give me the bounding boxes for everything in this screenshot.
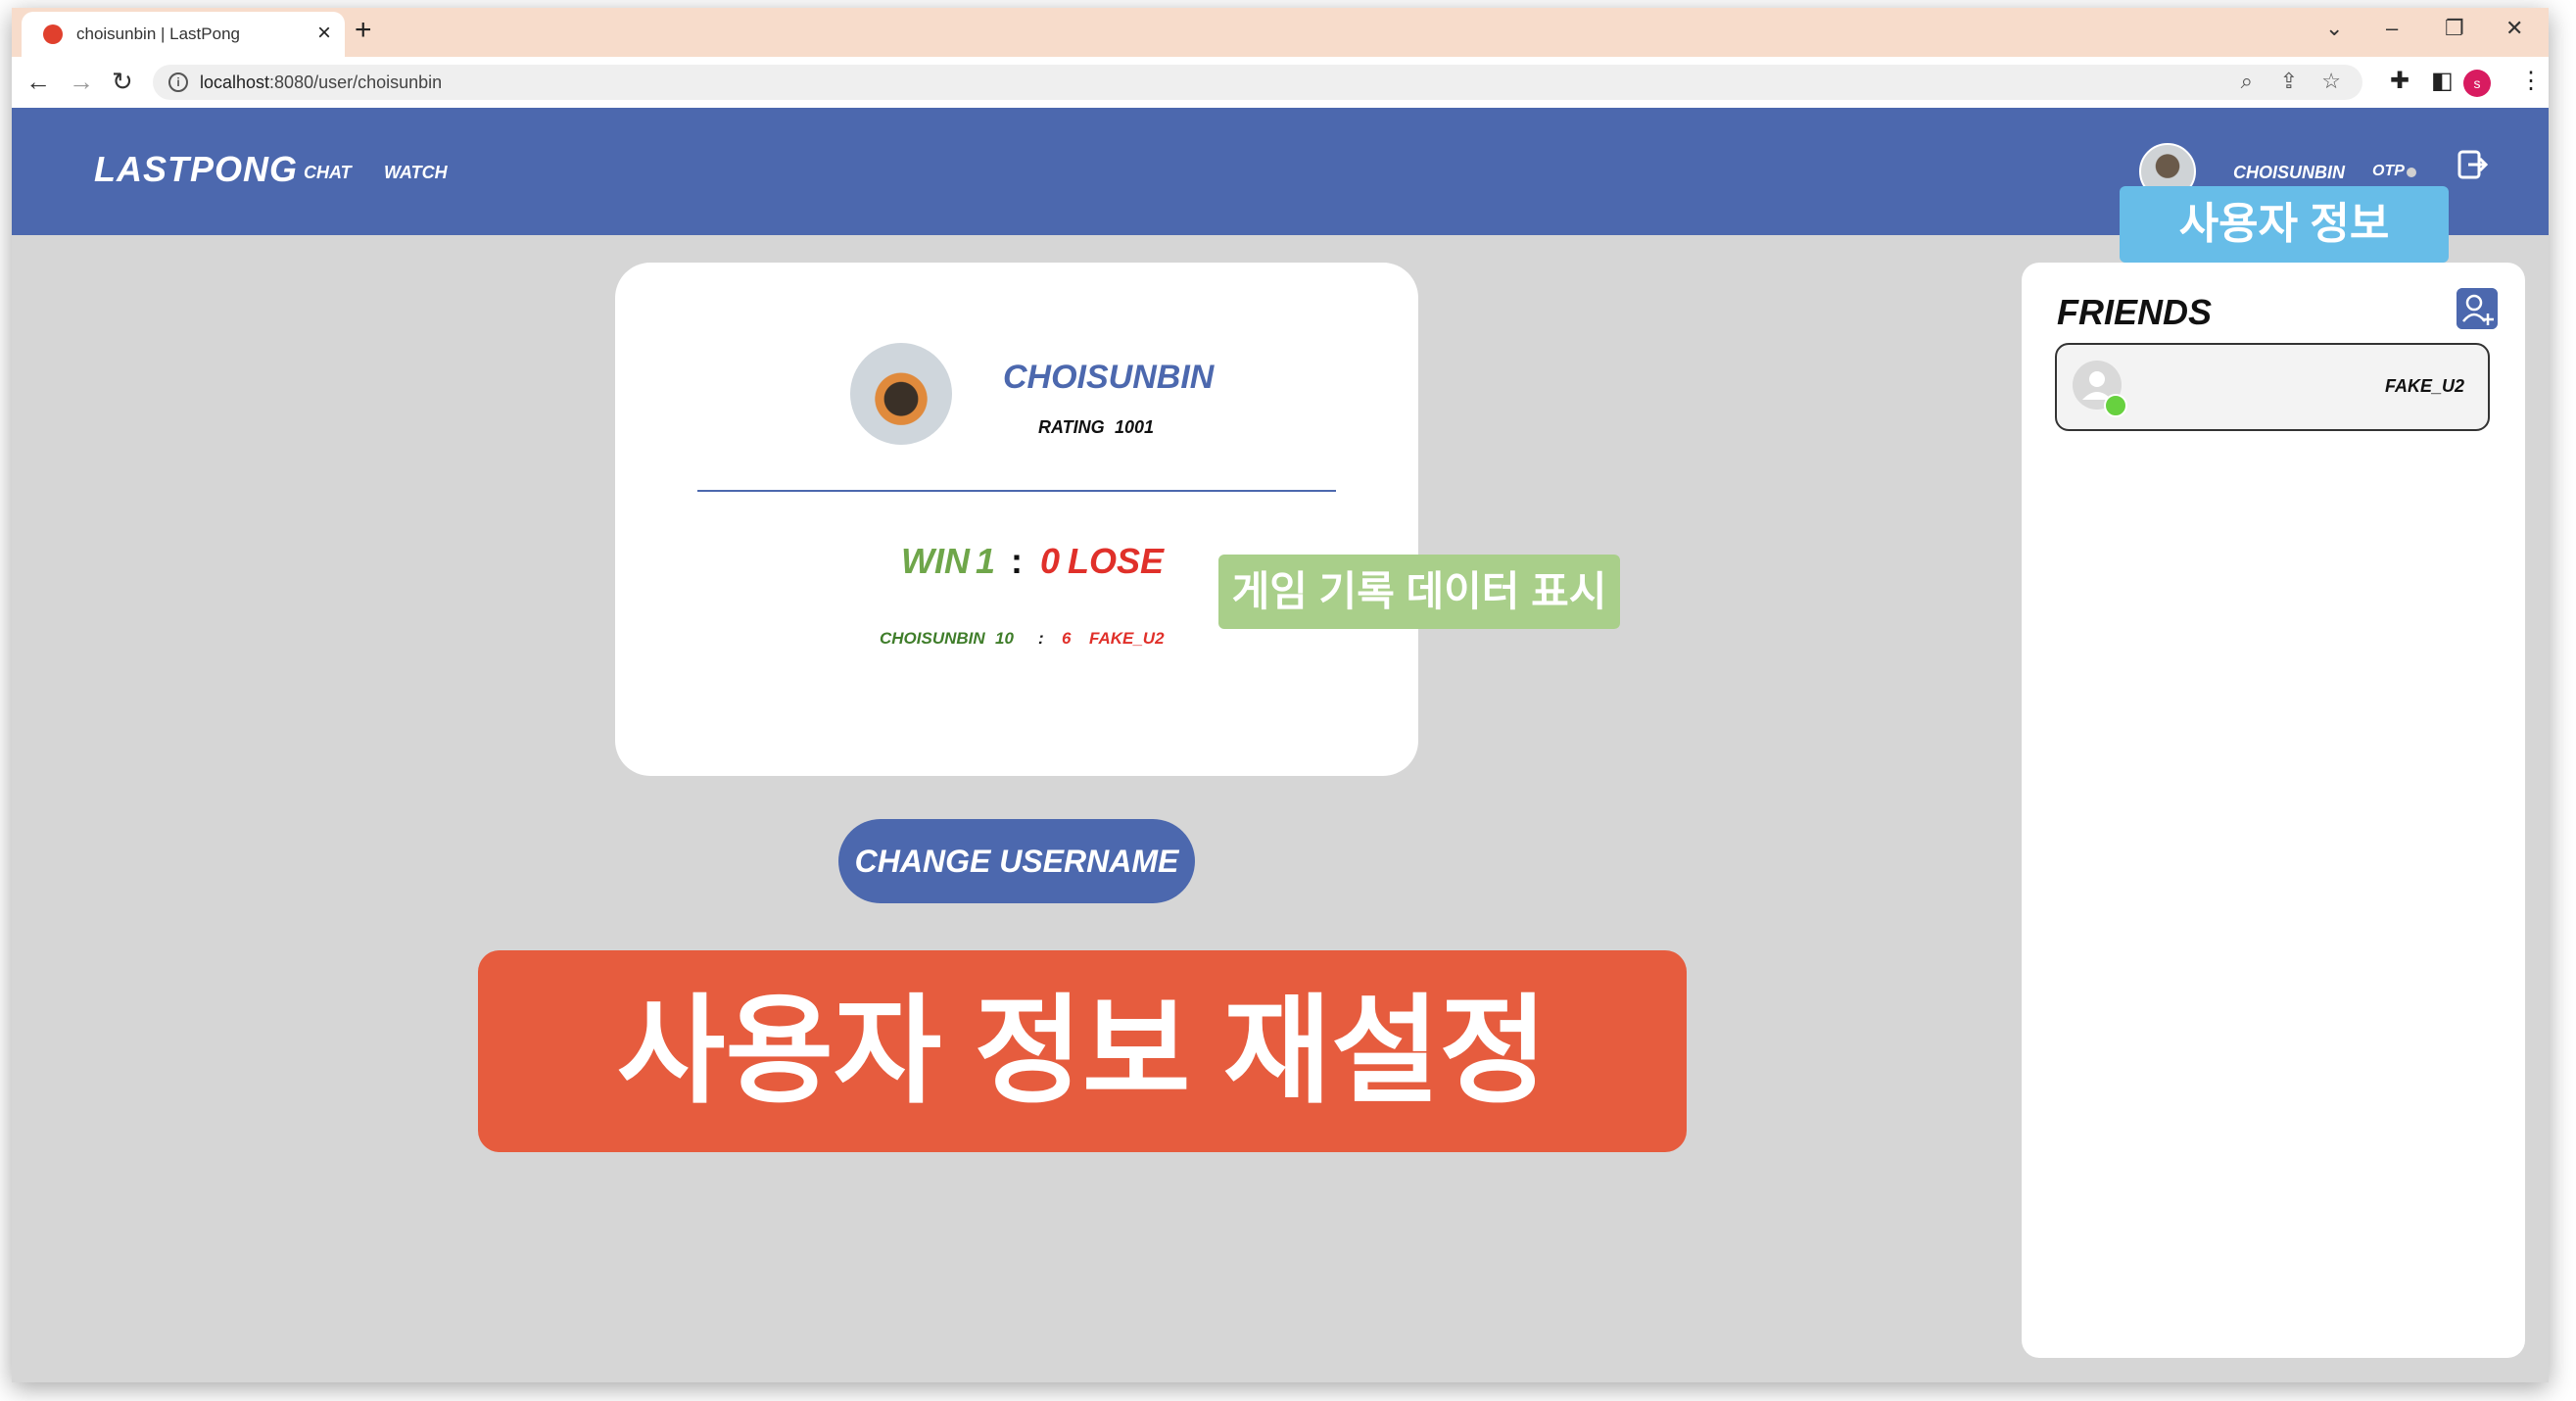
nav-chat[interactable]: CHAT [304,163,352,183]
friend-name: FAKE_U2 [2384,376,2464,396]
close-tab-icon[interactable]: × [317,20,331,47]
game-record-annotation: 게임 기록 데이터 표시 [1218,555,1620,629]
profile-username: CHOISUNBIN [1003,359,1215,396]
lose-label: LOSE [1068,541,1165,581]
logout-icon[interactable] [2457,149,2488,180]
user-info-annotation: 사용자 정보 [2120,186,2449,263]
profile-card: CHOISUNBIN RATING 1001 WIN 1 : 0 LOSE CH… [615,263,1418,776]
back-icon[interactable]: ← [25,67,51,97]
profile-divider [697,490,1336,492]
match-score1: 10 [995,629,1014,648]
sidepanel-icon[interactable]: ◧ [2431,67,2454,95]
extensions-icon[interactable]: ✚ [2390,67,2409,95]
nav-watch[interactable]: WATCH [384,163,448,183]
address-toolbar: ← → ↻ i localhost:8080/user/choisunbin ⌕… [12,57,2549,108]
online-status-dot [2104,394,2127,417]
profile-avatar-image [850,343,952,445]
match-score2: 6 [1062,629,1072,648]
url-text: localhost:8080/user/choisunbin [200,72,443,92]
lastpong-favicon-icon [43,24,63,44]
lose-count: 0 [1040,541,1061,581]
otp-label[interactable]: OTP [2372,163,2405,180]
match-player2: FAKE_U2 [1089,629,1165,648]
new-tab-button[interactable]: + [355,14,372,47]
tab-title: choisunbin | LastPong [76,24,240,43]
friends-panel: FRIENDS FAKE_U2 [2022,263,2525,1358]
header-username[interactable]: CHOISUNBIN [2233,163,2345,183]
omnibox[interactable]: i localhost:8080/user/choisunbin ⌕ ⇪ ☆ [153,65,2362,100]
star-icon[interactable]: ☆ [2321,69,2341,94]
menu-icon[interactable]: ⋮ [2519,67,2543,95]
tab-strip: choisunbin | LastPong × + ⌄ – ❐ ✕ [12,8,2549,57]
reset-user-info-banner: 사용자 정보 재설정 [478,950,1687,1152]
record-separator: : [1011,541,1023,581]
win-label: WIN [901,541,970,581]
close-window-icon[interactable]: ✕ [2505,16,2523,41]
change-username-button[interactable]: CHANGE USERNAME [838,819,1195,903]
otp-status-dot [2407,168,2416,177]
add-friend-icon[interactable] [2457,288,2498,329]
restore-icon[interactable]: ❐ [2445,16,2464,41]
browser-tab[interactable]: choisunbin | LastPong × [22,12,345,57]
brand-logo[interactable]: LASTPONG [94,149,298,190]
win-count: 1 [976,541,996,581]
forward-icon[interactable]: → [69,67,94,97]
friends-title: FRIENDS [2057,292,2213,332]
minimize-icon[interactable]: – [2386,16,2398,41]
browser-window: choisunbin | LastPong × + ⌄ – ❐ ✕ ← → ↻ … [12,8,2549,1382]
rating-value: 1001 [1115,417,1155,437]
info-icon[interactable]: i [168,72,188,92]
profile-avatar[interactable]: s [2463,70,2491,97]
rating-label: RATING [1038,417,1105,437]
tab-search-icon[interactable]: ⌄ [2325,16,2343,41]
friend-list-item[interactable]: FAKE_U2 [2055,343,2490,431]
match-separator: : [1038,629,1044,648]
zoom-icon[interactable]: ⌕ [2241,69,2253,94]
share-icon[interactable]: ⇪ [2280,69,2298,94]
match-player1: CHOISUNBIN [880,629,985,648]
reload-icon[interactable]: ↻ [112,67,133,97]
